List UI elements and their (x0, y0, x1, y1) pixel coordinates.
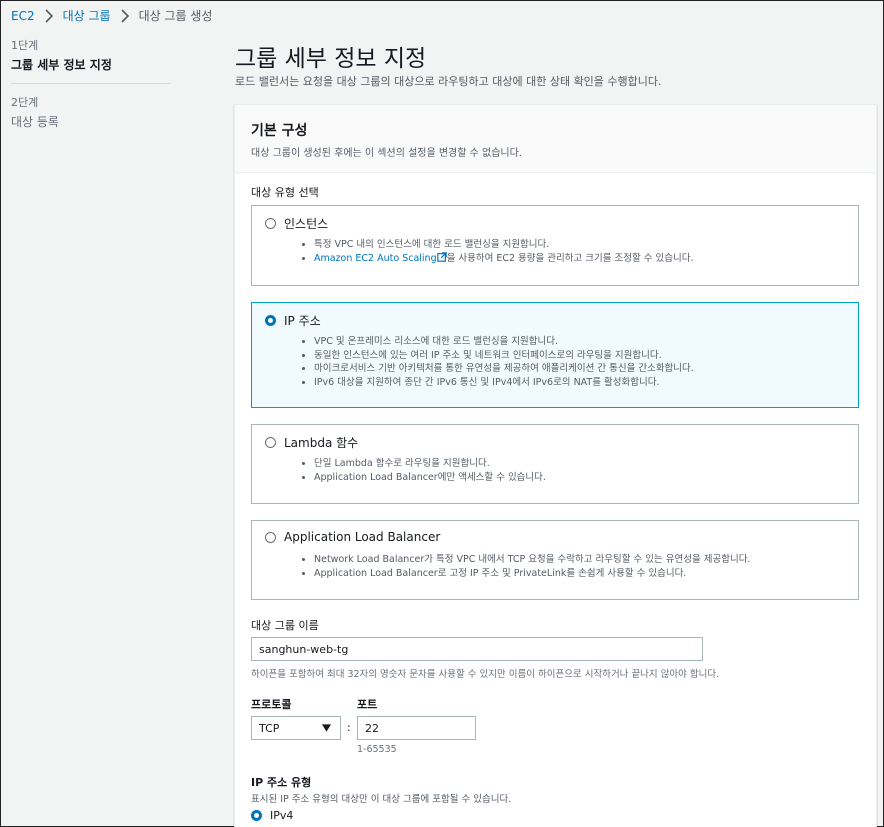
target-type-alb-tile[interactable]: Application Load Balancer Network Load B… (251, 520, 859, 600)
panel-title: 기본 구성 (251, 123, 308, 139)
bullet-item: IPv6 대상을 지원하여 종단 간 IPv6 통신 및 IPv4에서 IPv6… (314, 376, 694, 390)
ip-type-description: 표시된 IP 주소 유형의 대상만 이 대상 그룹에 포함될 수 있습니다. (251, 794, 512, 805)
tile-label: IP 주소 (284, 314, 321, 328)
chevron-right-icon (45, 8, 53, 23)
breadcrumb-target-groups[interactable]: 대상 그룹 (63, 7, 111, 24)
page-description: 로드 밸런서는 요청을 대상 그룹의 대상으로 라우팅하고 대상에 대한 상태 … (235, 75, 662, 88)
ip-type-option-ipv4[interactable]: IPv4 (251, 809, 293, 822)
port-label: 포트 (357, 698, 378, 711)
breadcrumb: EC2 대상 그룹 대상 그룹 생성 (11, 7, 212, 24)
step-2: 2단계 대상 등록 (11, 94, 171, 130)
bullet-item: 단일 Lambda 함수로 라우팅을 지원합니다. (314, 457, 546, 471)
port-input[interactable]: 22 (357, 716, 476, 740)
protocol-label: 프로토콜 (251, 698, 292, 711)
step-title: 그룹 세부 정보 지정 (11, 58, 112, 72)
protocol-value: TCP (259, 722, 280, 735)
bullet-item: 동일한 인스턴스에 있는 여러 IP 주소 및 네트워크 인터페이스로의 라우팅… (314, 349, 694, 363)
ip-type-label: IP 주소 유형 (251, 776, 312, 789)
step-divider (11, 83, 171, 84)
wizard-steps: 1단계 그룹 세부 정보 지정 2단계 대상 등록 (11, 37, 171, 130)
target-group-name-hint: 하이픈을 포함하여 최대 32자의 영숫자 문자를 사용할 수 있지만 이름이 … (251, 669, 720, 680)
tile-bullets: 단일 Lambda 함수로 라우팅을 지원합니다. Application Lo… (314, 457, 546, 484)
bullet-item: Application Load Balancer에만 액세스할 수 있습니다. (314, 471, 546, 485)
step-title[interactable]: 대상 등록 (11, 113, 171, 130)
chevron-right-icon (121, 8, 129, 23)
target-group-name-label: 대상 그룹 이름 (251, 619, 319, 632)
target-type-label: 대상 유형 선택 (251, 186, 319, 199)
target-group-name-input[interactable]: sanghun-web-tg (251, 637, 703, 661)
radio-alb[interactable] (265, 531, 276, 543)
radio-ipv4[interactable] (251, 810, 262, 821)
basic-config-panel: 기본 구성 대상 그룹이 생성된 후에는 이 섹션의 설정을 변경할 수 없습니… (234, 104, 877, 827)
step-1: 1단계 그룹 세부 정보 지정 (11, 37, 171, 73)
panel-description: 대상 그룹이 생성된 후에는 이 섹션의 설정을 변경할 수 없습니다. (251, 148, 522, 159)
bullet-item: Network Load Balancer가 특정 VPC 내에서 TCP 요청… (314, 553, 750, 567)
bullet-item: Amazon EC2 Auto Scaling 을 사용하여 EC2 용량을 관리… (314, 251, 694, 266)
panel-header: 기본 구성 대상 그룹이 생성된 후에는 이 섹션의 설정을 변경할 수 없습니… (235, 105, 876, 173)
protocol-select[interactable]: TCP (251, 716, 341, 740)
bullet-item: 마이크로서비스 기반 아키텍처를 통한 유연성을 제공하여 애플리케이션 간 통… (314, 362, 694, 376)
ipv4-label: IPv4 (270, 809, 294, 822)
bullet-item: VPC 및 온프레미스 리소스에 대한 로드 밸런싱을 지원합니다. (314, 335, 694, 349)
breadcrumb-ec2[interactable]: EC2 (11, 9, 35, 23)
page-title: 그룹 세부 정보 지정 (235, 46, 427, 72)
tile-bullets: Network Load Balancer가 특정 VPC 내에서 TCP 요청… (314, 553, 750, 580)
tile-bullets: 특정 VPC 내의 인스턴스에 대한 로드 밸런싱을 지원합니다. Amazon… (314, 238, 694, 265)
bullet-item: 특정 VPC 내의 인스턴스에 대한 로드 밸런싱을 지원합니다. (314, 238, 694, 252)
protocol-port-separator: : (347, 721, 351, 734)
link-suffix: 을 사용하여 EC2 용량을 관리하고 크기를 조정할 수 있습니다. (446, 252, 694, 264)
radio-instance[interactable] (265, 218, 276, 229)
port-hint: 1-65535 (357, 744, 397, 755)
breadcrumb-current: 대상 그룹 생성 (138, 9, 213, 23)
step-number: 2단계 (11, 96, 39, 109)
tile-label: 인스턴스 (284, 217, 329, 231)
bullet-item: Application Load Balancer로 고정 IP 주소 및 Pr… (314, 567, 750, 581)
radio-lambda[interactable] (265, 437, 276, 448)
tile-label: Lambda 함수 (284, 436, 359, 450)
caret-down-icon (322, 724, 331, 732)
target-type-ip-tile[interactable]: IP 주소 VPC 및 온프레미스 리소스에 대한 로드 밸런싱을 지원합니다.… (251, 302, 859, 408)
ec2-auto-scaling-link[interactable]: Amazon EC2 Auto Scaling (314, 253, 437, 264)
tile-label: Application Load Balancer (284, 530, 441, 544)
radio-ip[interactable] (265, 315, 276, 326)
tile-bullets: VPC 및 온프레미스 리소스에 대한 로드 밸런싱을 지원합니다. 동일한 인… (314, 335, 694, 389)
target-type-lambda-tile[interactable]: Lambda 함수 단일 Lambda 함수로 라우팅을 지원합니다. Appl… (251, 424, 859, 504)
external-link-icon[interactable] (436, 251, 447, 262)
target-type-instance-tile[interactable]: 인스턴스 특정 VPC 내의 인스턴스에 대한 로드 밸런싱을 지원합니다. A… (251, 205, 859, 286)
step-number: 1단계 (11, 39, 39, 52)
